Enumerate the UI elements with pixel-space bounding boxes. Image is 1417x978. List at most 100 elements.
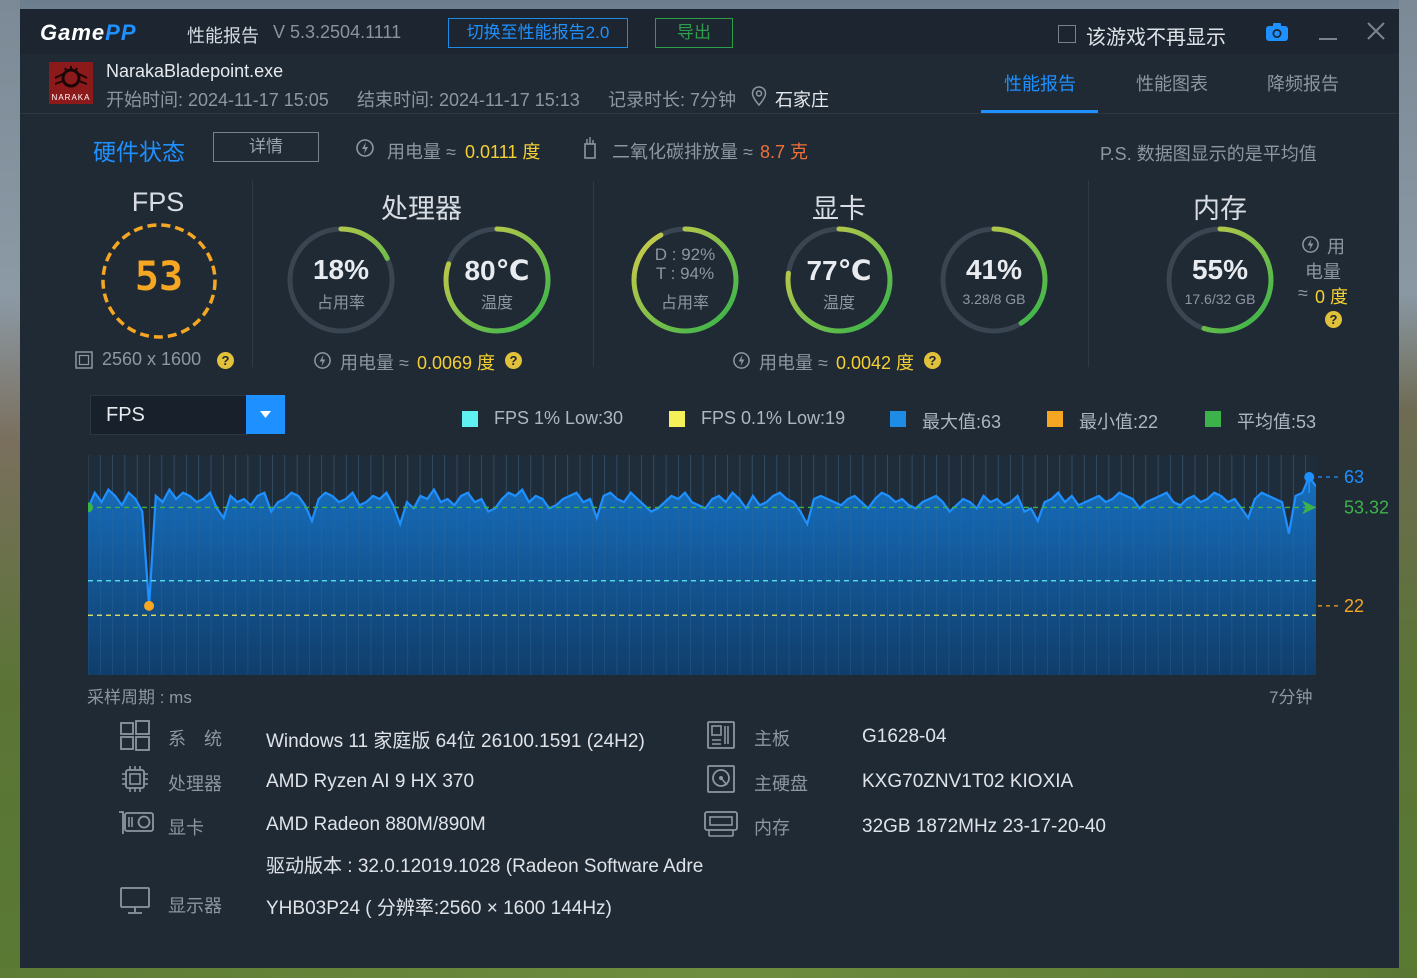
location-text: 石家庄	[775, 90, 829, 110]
fps-value: 53	[134, 254, 184, 300]
legend-01pct-low: FPS 0.1% Low:19	[701, 408, 846, 428]
section-divider	[252, 181, 253, 367]
max-label: 63	[1344, 467, 1364, 487]
cpu-power-help-icon[interactable]: ?	[505, 352, 522, 369]
legend-swatch-1pct	[462, 411, 478, 427]
dont-show-label: 该游戏不再显示	[1086, 27, 1226, 49]
metric-select[interactable]: FPS	[90, 395, 248, 435]
app-logo: GamePP	[40, 20, 137, 45]
cpu-temp-value: 80℃	[464, 255, 530, 286]
spec-display-label: 显示器	[168, 896, 222, 916]
chart-right-labels: 63 53.32 22	[1302, 467, 1389, 616]
location-icon	[751, 86, 767, 106]
cpu-usage-label: 占用率	[316, 295, 365, 312]
chart-x-label: 采样周期 : ms	[87, 688, 192, 707]
desktop-background-left	[0, 0, 20, 978]
avg-arrow-icon	[1302, 500, 1316, 515]
resolution-text: 2560 x 1600	[102, 349, 202, 369]
gpu-power-icon	[733, 352, 750, 369]
start-time: 开始时间: 2024-11-17 15:05	[106, 90, 329, 110]
cpu-title: 处理器	[381, 194, 462, 224]
graphics-card-icon	[119, 811, 154, 834]
gpu-temp-label: 温度	[822, 295, 855, 312]
legend-1pct-low: FPS 1% Low:30	[494, 408, 624, 428]
windows-icon	[120, 720, 150, 751]
memory-usage-sub: 17.6/32 GB	[1184, 291, 1256, 307]
memory-usage-value: 55%	[1191, 254, 1249, 285]
memory-power-icon	[1302, 236, 1319, 253]
chevron-down-icon	[260, 411, 271, 418]
minimize-icon[interactable]	[1316, 19, 1340, 43]
close-icon[interactable]	[1364, 19, 1388, 43]
cpu-power-value: 0.0069 度	[417, 353, 496, 373]
gpu-d-usage: D : 92%	[654, 245, 716, 264]
cpu-chip-icon	[122, 766, 148, 792]
spec-os-value: Windows 11 家庭版 64位 26100.1591 (24H2)	[266, 731, 645, 752]
metric-dropdown-button[interactable]	[246, 395, 285, 434]
gpu-t-usage: T : 94%	[655, 264, 715, 283]
fps-title: FPS	[131, 187, 185, 217]
fps-chart	[88, 455, 1316, 675]
tab-performance-report[interactable]: 性能报告	[1004, 70, 1076, 96]
memory-power-approx: ≈	[1298, 283, 1308, 303]
spec-cpu-label: 处理器	[168, 774, 222, 794]
cpu-usage-value: 18%	[312, 254, 370, 285]
legend-swatch-01pct	[669, 411, 685, 427]
switch-report-button[interactable]: 切换至性能报告2.0	[448, 18, 628, 48]
header-divider	[20, 113, 1399, 114]
vram-sub: 3.28/8 GB	[962, 291, 1026, 307]
total-power-value: 0.0111 度	[465, 142, 541, 162]
end-time: 结束时间: 2024-11-17 15:13	[357, 90, 580, 110]
resolution-icon	[75, 351, 93, 369]
spec-gpu-driver: 驱动版本 : 32.0.12019.1028 (Radeon Software …	[266, 856, 703, 877]
dont-show-checkbox[interactable]	[1058, 25, 1076, 43]
game-emblem-icon	[54, 66, 88, 88]
min-marker	[144, 600, 155, 611]
game-icon: NARAKA	[49, 62, 93, 104]
export-button[interactable]: 导出	[655, 18, 733, 48]
spec-ram-label: 内存	[754, 818, 790, 838]
legend-swatch-min	[1047, 411, 1063, 427]
memory-title: 内存	[1193, 194, 1247, 224]
legend-avg: 平均值:53	[1237, 412, 1317, 432]
version-text: V 5.3.2504.1111	[273, 22, 402, 42]
gpu-temp-value: 77℃	[806, 255, 872, 286]
spec-display-value: YHB03P24 ( 分辨率:2560 × 1600 144Hz)	[266, 898, 612, 919]
average-note: P.S. 数据图显示的是平均值	[1100, 144, 1317, 164]
hard-disk-icon	[707, 765, 735, 793]
detail-button[interactable]: 详情	[213, 132, 319, 162]
gpu-power-help-icon[interactable]: ?	[924, 352, 941, 369]
chart-x-end-label: 7分钟	[1269, 688, 1313, 707]
tab-performance-chart[interactable]: 性能图表	[1136, 70, 1208, 96]
spec-ram-value: 32GB 1872MHz 23-17-20-40	[862, 816, 1106, 837]
gpu-power-label: 用电量 ≈	[759, 353, 828, 373]
camera-icon[interactable]	[1265, 22, 1289, 42]
min-label: 22	[1344, 596, 1364, 616]
gpu-power-value: 0.0042 度	[836, 353, 915, 373]
memory-power-help-icon[interactable]: ?	[1325, 311, 1342, 328]
co2-value: 8.7 克	[760, 142, 809, 162]
legend-swatch-max	[890, 411, 906, 427]
legend-max: 最大值:63	[922, 412, 1002, 432]
spec-disk-label: 主硬盘	[754, 774, 808, 794]
spec-disk-value: KXG70ZNV1T02 KIOXIA	[862, 771, 1074, 792]
gpu-usage-label: 占用率	[660, 295, 709, 312]
desktop-background-right	[1399, 0, 1417, 978]
total-power-label: 用电量 ≈	[387, 142, 456, 162]
spec-os-label: 系 统	[168, 729, 222, 749]
title-bar: GamePP 性能报告 V 5.3.2504.1111 切换至性能报告2.0 导…	[20, 9, 1399, 54]
metric-select-value: FPS	[106, 404, 145, 426]
cpu-power-label: 用电量 ≈	[340, 353, 409, 373]
report-window: GamePP 性能报告 V 5.3.2504.1111 切换至性能报告2.0 导…	[20, 9, 1399, 968]
legend-swatch-avg	[1205, 411, 1221, 427]
spec-cpu-value: AMD Ryzen AI 9 HX 370	[266, 771, 475, 792]
tab-throttle-report[interactable]: 降频报告	[1267, 70, 1339, 96]
vram-value: 41%	[965, 254, 1023, 285]
resolution-help-icon[interactable]: ?	[217, 352, 234, 369]
hardware-status-title: 硬件状态	[93, 139, 185, 165]
monitor-icon	[120, 887, 150, 914]
spec-gpu-value: AMD Radeon 880M/890M	[266, 814, 486, 835]
spec-motherboard-value: G1628-04	[862, 726, 947, 747]
co2-label: 二氧化碳排放量 ≈	[612, 142, 753, 162]
section-divider	[593, 181, 594, 367]
